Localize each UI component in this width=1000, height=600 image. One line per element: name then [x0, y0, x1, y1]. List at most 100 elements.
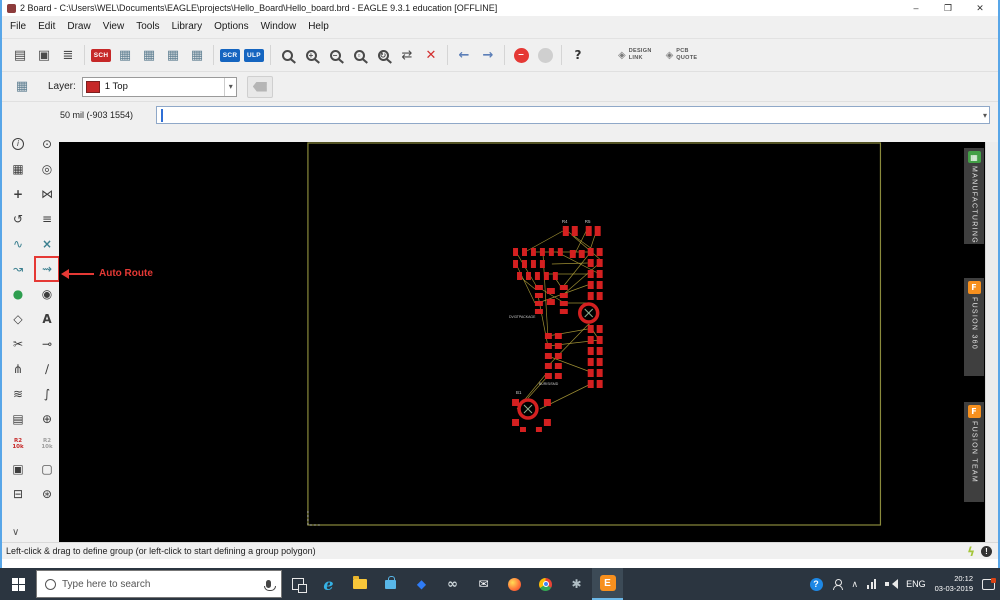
taskbar-clock[interactable]: 20:12 03-03-2019: [935, 574, 973, 594]
command-dropdown-arrow-icon[interactable]: ▾: [983, 111, 987, 120]
go-button[interactable]: [533, 43, 557, 67]
smash-tool[interactable]: R2 10k: [7, 433, 29, 455]
drc-lightning-icon[interactable]: ϟ: [967, 545, 975, 559]
zoom-select-button[interactable]: ▫: [347, 43, 371, 67]
change-tool[interactable]: ∕: [36, 358, 58, 380]
cam-processor-button[interactable]: ▦: [113, 43, 137, 67]
polygon-tool[interactable]: ◇: [7, 308, 29, 330]
signal-tool[interactable]: ∫: [36, 383, 58, 405]
hidden-icons-chevron-icon[interactable]: ∧: [852, 579, 859, 590]
grid-settings-button[interactable]: ▦: [10, 75, 34, 99]
board-manager-button[interactable]: ▦: [137, 43, 161, 67]
alert-icon[interactable]: !: [981, 546, 992, 557]
palette-more-chevron-icon[interactable]: ∨: [12, 527, 19, 538]
edge-app-icon[interactable]: e: [313, 568, 344, 600]
manufacturing-panel-tab[interactable]: ▦ MANUFACTURING: [964, 148, 984, 244]
eagle-app-icon[interactable]: E: [592, 568, 623, 600]
vertical-scrollbar[interactable]: [985, 142, 998, 542]
menu-item[interactable]: Tools: [130, 16, 165, 38]
network-icon[interactable]: [867, 579, 877, 589]
start-button[interactable]: [0, 568, 36, 600]
menu-item[interactable]: Library: [166, 16, 209, 38]
layer-settings-button[interactable]: ▦: [185, 43, 209, 67]
task-view-button[interactable]: [282, 568, 313, 600]
stop-button[interactable]: –: [509, 43, 533, 67]
zoom-redraw-button[interactable]: ↻: [371, 43, 395, 67]
maximize-button[interactable]: ❐: [932, 0, 964, 16]
volume-icon[interactable]: [885, 579, 899, 589]
menu-item[interactable]: Window: [255, 16, 303, 38]
microphone-icon[interactable]: [263, 580, 276, 591]
via-add-tool[interactable]: ⊕: [36, 408, 58, 430]
menu-item[interactable]: Help: [302, 16, 335, 38]
config-tool[interactable]: ⊛: [36, 483, 58, 505]
swap-windows-button[interactable]: ⇄: [395, 43, 419, 67]
fusion-team-panel-tab[interactable]: F FUSION TEAM: [964, 402, 984, 502]
chrome-app-icon[interactable]: [530, 568, 561, 600]
paste-tool[interactable]: ▢: [36, 458, 58, 480]
schematic-button[interactable]: SCH: [89, 43, 113, 67]
mail-app-icon[interactable]: ✉: [468, 568, 499, 600]
script-button[interactable]: SCR: [218, 43, 242, 67]
pcb-quote-button[interactable]: ◈ PCB QUOTE: [666, 48, 698, 62]
notification-center-icon[interactable]: [982, 577, 996, 590]
move-tool[interactable]: +: [7, 183, 29, 205]
menu-item[interactable]: View: [97, 16, 131, 38]
taskbar-search[interactable]: Type here to search: [36, 570, 282, 598]
measure-tool[interactable]: ≡: [36, 208, 58, 230]
rings-app-icon[interactable]: ∞: [437, 568, 468, 600]
board-canvas[interactable]: R4 R5 DVI3TPACKAGE BURISISMD B1 ▦ MANUFACTUR…: [59, 142, 985, 542]
redo-button[interactable]: →: [476, 43, 500, 67]
design-link-button[interactable]: ◈ DESIGN LINK: [618, 48, 652, 62]
display-layers-tool[interactable]: ▦: [7, 158, 29, 180]
dropbox-app-icon[interactable]: ◆: [406, 568, 437, 600]
value-tool[interactable]: R2 10k: [36, 433, 58, 455]
optimize-tool[interactable]: ⊸: [36, 333, 58, 355]
copy-tool[interactable]: ▣: [7, 458, 29, 480]
layer-visibility-button[interactable]: [246, 75, 273, 98]
menu-item[interactable]: Edit: [32, 16, 61, 38]
zoom-fit-button[interactable]: [275, 43, 299, 67]
autoroute-tool[interactable]: ⇝: [36, 258, 58, 280]
file-explorer-app-icon[interactable]: [344, 568, 375, 600]
cancel-command-button[interactable]: ✕: [419, 43, 443, 67]
support-tray-icon[interactable]: ?: [809, 577, 823, 591]
circle-tool[interactable]: ◉: [36, 283, 58, 305]
rotate-tool[interactable]: ↺: [7, 208, 29, 230]
open-button[interactable]: ▤: [8, 43, 32, 67]
menu-item[interactable]: Options: [208, 16, 254, 38]
mirror-tool[interactable]: ⋈: [36, 183, 58, 205]
split-tool[interactable]: ⋔: [7, 358, 29, 380]
language-indicator[interactable]: ENG: [906, 579, 926, 589]
print-button[interactable]: ≣: [56, 43, 80, 67]
show-tool[interactable]: ⊙: [36, 133, 58, 155]
save-button[interactable]: ▣: [32, 43, 56, 67]
dropdown-arrow-icon[interactable]: ▾: [223, 77, 233, 96]
mark-tool[interactable]: ◎: [36, 158, 58, 180]
zoom-in-button[interactable]: +: [299, 43, 323, 67]
close-button[interactable]: ✕: [964, 0, 996, 16]
via-tool[interactable]: ●: [7, 283, 29, 305]
meander-tool[interactable]: ≋: [7, 383, 29, 405]
design-rules-button[interactable]: ▦: [161, 43, 185, 67]
menu-item[interactable]: File: [4, 16, 32, 38]
fusion-360-panel-tab[interactable]: F FUSION 360: [964, 278, 984, 376]
text-tool[interactable]: A: [36, 308, 58, 330]
minimize-button[interactable]: –: [900, 0, 932, 16]
ripup-tool[interactable]: ×: [36, 233, 58, 255]
wire-tool[interactable]: ∿: [7, 233, 29, 255]
settings-app-icon[interactable]: ✱: [561, 568, 592, 600]
cut-tool[interactable]: ✂: [7, 333, 29, 355]
undo-button[interactable]: ←: [452, 43, 476, 67]
delete-tool[interactable]: ⊟: [7, 483, 29, 505]
zoom-out-button[interactable]: −: [323, 43, 347, 67]
info-tool[interactable]: i: [7, 133, 29, 155]
command-input[interactable]: ▾: [156, 106, 990, 124]
route-tool[interactable]: ↝: [7, 258, 29, 280]
ulp-button[interactable]: ULP: [242, 43, 266, 67]
ratsnest-tool[interactable]: ▤: [7, 408, 29, 430]
help-button[interactable]: ?: [566, 43, 590, 67]
menu-item[interactable]: Draw: [61, 16, 96, 38]
firefox-app-icon[interactable]: [499, 568, 530, 600]
store-app-icon[interactable]: [375, 568, 406, 600]
